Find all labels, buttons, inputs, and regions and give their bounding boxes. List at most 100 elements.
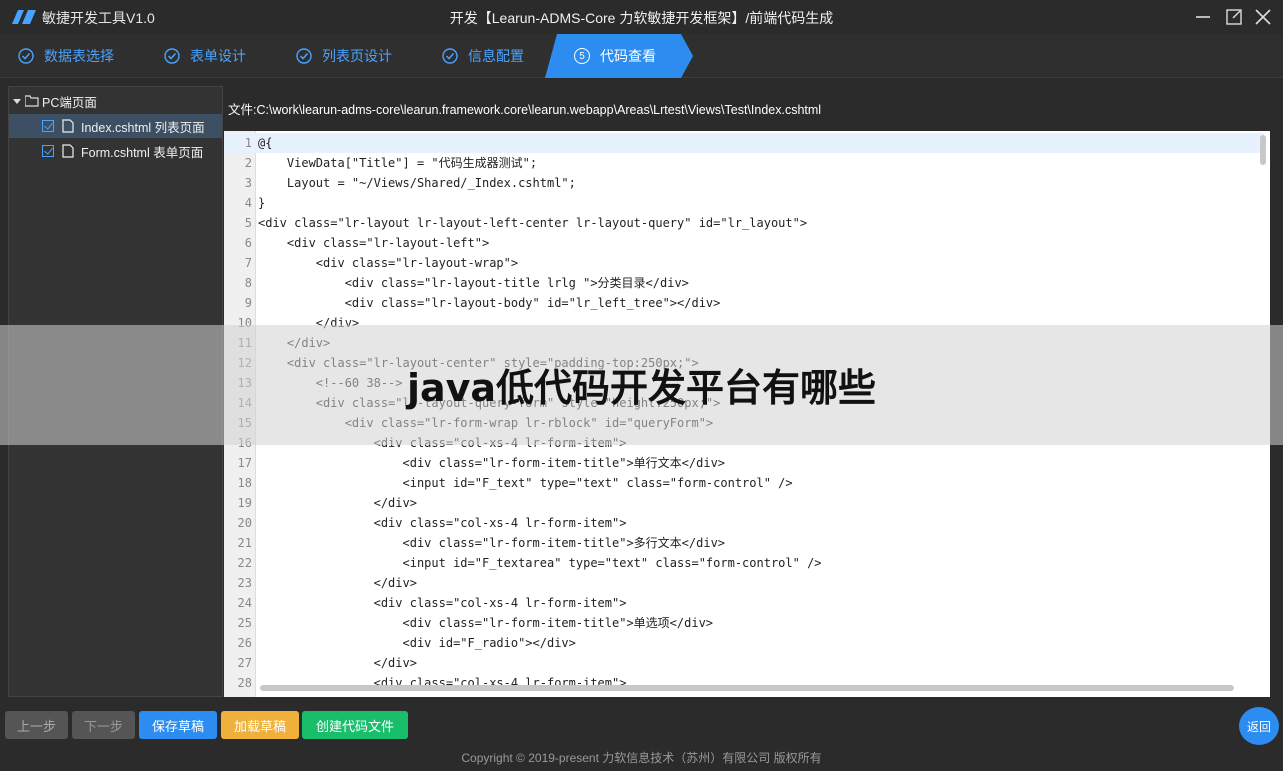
- wizard-steps: 数据表选择 表单设计 列表页设计 信息配置 5 代码查看: [0, 34, 1283, 78]
- tree-item-label: Index.cshtml 列表页面: [81, 120, 205, 135]
- copyright: Copyright © 2019-present 力软信息技术（苏州）有限公司 …: [461, 751, 822, 765]
- file-icon: [62, 119, 74, 133]
- code-line: 8 <div class="lr-layout-title lrlg ">分类目…: [224, 273, 1264, 293]
- footer-toolbar: 上一步 下一步 保存草稿 加载草稿 创建代码文件: [0, 706, 1283, 744]
- create-code-file-button[interactable]: 创建代码文件: [302, 711, 408, 739]
- step-label: 列表页设计: [322, 48, 392, 64]
- close-button[interactable]: [1252, 6, 1274, 28]
- code-text: </div>: [258, 656, 417, 670]
- code-text: <div class="lr-form-item-title">多行文本</di…: [258, 536, 726, 550]
- code-text: <div class="col-xs-4 lr-form-item">: [258, 516, 627, 530]
- checkbox[interactable]: [42, 145, 54, 157]
- code-text: <div class="lr-form-item-title">单行文本</di…: [258, 456, 726, 470]
- code-text: <div id="F_radio"></div>: [258, 636, 576, 650]
- code-text: </div>: [258, 496, 417, 510]
- line-number: 23: [237, 576, 252, 590]
- vertical-scrollbar[interactable]: [1260, 135, 1266, 165]
- tree-item-label: Form.cshtml 表单页面: [81, 145, 204, 160]
- code-line: 3 Layout = "~/Views/Shared/_Index.cshtml…: [224, 173, 1264, 193]
- code-line: 25 <div class="lr-form-item-title">单选项</…: [224, 613, 1264, 633]
- folder-open-icon: [25, 95, 39, 107]
- step-number: 5: [574, 48, 590, 64]
- check-circle-icon: [442, 48, 458, 64]
- code-text: Layout = "~/Views/Shared/_Index.cshtml";: [258, 176, 576, 190]
- horizontal-scrollbar[interactable]: [260, 685, 1234, 691]
- line-number: 1: [244, 136, 252, 150]
- line-number: 9: [244, 296, 252, 310]
- line-number: 20: [237, 516, 252, 530]
- code-text: @{: [258, 136, 273, 150]
- line-number: 22: [237, 556, 252, 570]
- file-icon: [62, 144, 74, 158]
- step-label: 表单设计: [190, 48, 246, 64]
- code-line: 4}: [224, 193, 1264, 213]
- code-line: 9 <div class="lr-layout-body" id="lr_lef…: [224, 293, 1264, 313]
- code-line: 6 <div class="lr-layout-left">: [224, 233, 1264, 253]
- checkbox[interactable]: [42, 120, 54, 132]
- title-bar: 敏捷开发工具V1.0 开发【Learun-ADMS-Core 力软敏捷开发框架】…: [0, 0, 1283, 34]
- code-text: </div>: [258, 576, 417, 590]
- code-line: 21 <div class="lr-form-item-title">多行文本<…: [224, 533, 1264, 553]
- code-line: 23 </div>: [224, 573, 1264, 593]
- line-number: 4: [244, 196, 252, 210]
- step-form-design[interactable]: 表单设计: [164, 34, 246, 78]
- code-line: 20 <div class="col-xs-4 lr-form-item">: [224, 513, 1264, 533]
- code-line: 26 <div id="F_radio"></div>: [224, 633, 1264, 653]
- window-title: 开发【Learun-ADMS-Core 力软敏捷开发框架】/前端代码生成: [449, 10, 834, 26]
- next-step-button[interactable]: 下一步: [72, 711, 135, 739]
- code-line: 24 <div class="col-xs-4 lr-form-item">: [224, 593, 1264, 613]
- tree-item-form[interactable]: Form.cshtml 表单页面: [9, 139, 222, 163]
- code-text: <div class="lr-layout-title lrlg ">分类目录<…: [258, 276, 689, 290]
- check-circle-icon: [164, 48, 180, 64]
- code-text: <div class="lr-layout-wrap">: [258, 256, 519, 270]
- step-list-design[interactable]: 列表页设计: [296, 34, 392, 78]
- code-line: 1 @{: [224, 133, 1264, 153]
- code-text: <div class="lr-layout-body" id="lr_left_…: [258, 296, 721, 310]
- line-number: 21: [237, 536, 252, 550]
- code-line: 19 </div>: [224, 493, 1264, 513]
- code-line: 2 ViewData["Title"] = "代码生成器测试";: [224, 153, 1264, 173]
- step-info-config[interactable]: 信息配置: [442, 34, 524, 78]
- code-line: 5 <div class="lr-layout lr-layout-left-ce…: [224, 213, 1264, 233]
- code-text: <input id="F_text" type="text" class="fo…: [258, 476, 793, 490]
- code-line: 27 </div>: [224, 653, 1264, 673]
- code-text: }: [258, 196, 266, 210]
- load-draft-button[interactable]: 加载草稿: [221, 711, 299, 739]
- code-text: ViewData["Title"] = "代码生成器测试";: [258, 156, 538, 170]
- code-line: 7 <div class="lr-layout-wrap">: [224, 253, 1264, 273]
- tree-root[interactable]: PC端页面: [9, 89, 222, 113]
- overlay-text: java低代码开发平台有哪些: [406, 366, 877, 410]
- code-text: <div class="col-xs-4 lr-form-item">: [258, 596, 627, 610]
- line-number: 26: [237, 636, 252, 650]
- line-number: 2: [244, 156, 252, 170]
- prev-step-button[interactable]: 上一步: [5, 711, 68, 739]
- step-code-view[interactable]: 5 代码查看: [574, 34, 656, 78]
- line-number: 6: [244, 236, 252, 250]
- minimize-button[interactable]: [1192, 6, 1214, 28]
- code-text: <input id="F_textarea" type="text" class…: [258, 556, 822, 570]
- tree-item-index[interactable]: Index.cshtml 列表页面: [9, 114, 222, 138]
- code-line: 22 <input id="F_textarea" type="text" cl…: [224, 553, 1264, 573]
- line-number: 7: [244, 256, 252, 270]
- file-path: 文件:C:\work\learun-adms-core\learun.frame…: [228, 102, 822, 117]
- line-number: 18: [237, 476, 252, 490]
- caret-down-icon[interactable]: [13, 97, 21, 105]
- code-text: <div class="lr-layout lr-layout-left-cen…: [258, 216, 808, 230]
- step-label: 代码查看: [600, 48, 656, 64]
- code-text: <div class="lr-layout-left">: [258, 236, 490, 250]
- save-draft-button[interactable]: 保存草稿: [139, 711, 217, 739]
- tree-root-label: PC端页面: [42, 95, 97, 110]
- step-table-select[interactable]: 数据表选择: [18, 34, 114, 78]
- line-number: 27: [237, 656, 252, 670]
- step-label: 数据表选择: [44, 48, 114, 64]
- line-number: 5: [244, 216, 252, 230]
- code-line: 17 <div class="lr-form-item-title">单行文本<…: [224, 453, 1264, 473]
- line-number: 19: [237, 496, 252, 510]
- minimize-icon: [1196, 16, 1210, 18]
- back-button[interactable]: 返回: [1239, 707, 1279, 745]
- line-number: 8: [244, 276, 252, 290]
- line-number: 24: [237, 596, 252, 610]
- line-number: 25: [237, 616, 252, 630]
- maximize-button[interactable]: [1223, 6, 1245, 28]
- line-number: 28: [237, 676, 252, 690]
